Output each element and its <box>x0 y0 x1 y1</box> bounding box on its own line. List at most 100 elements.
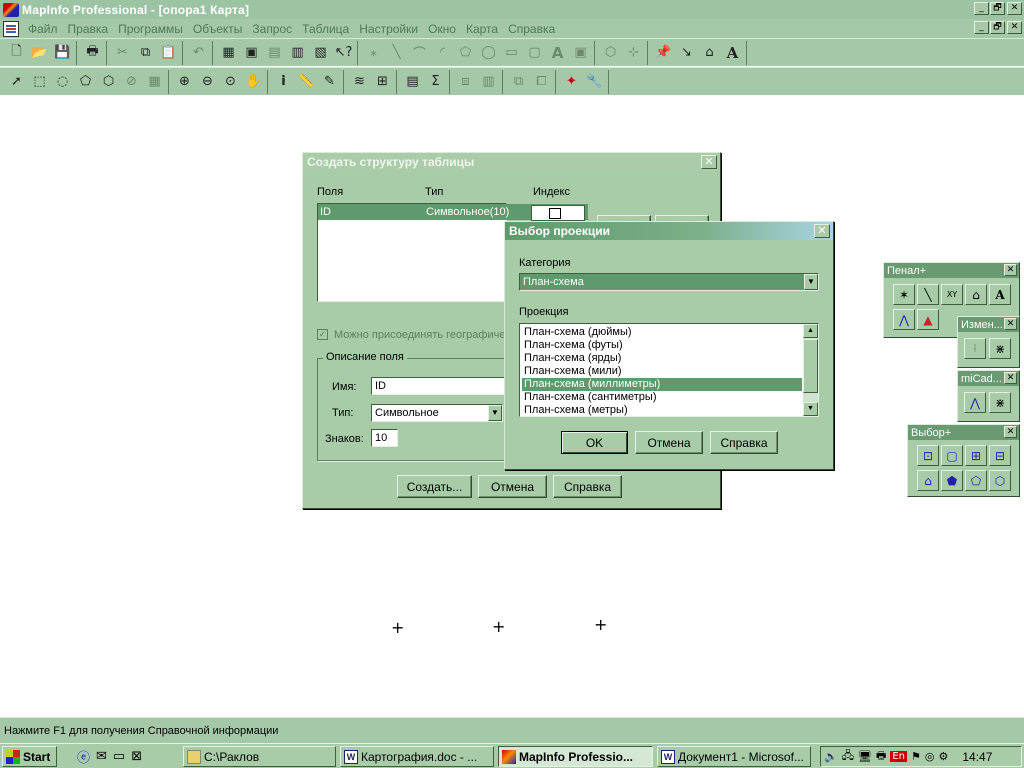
legend-icon[interactable]: ⊞ <box>371 71 394 93</box>
menu-file[interactable]: Файл <box>23 22 63 36</box>
sigma-icon[interactable]: Σ <box>424 71 447 93</box>
scroll-down-icon[interactable]: ▼ <box>803 402 818 416</box>
scroll-up-icon[interactable]: ▲ <box>803 324 818 338</box>
line-icon[interactable]: ╲ <box>385 42 408 64</box>
node-icon[interactable]: ⋇ <box>989 392 1011 413</box>
projection-scrollbar[interactable]: ▲ ▼ <box>803 324 818 416</box>
ok-button[interactable]: OK <box>561 431 628 454</box>
ie-icon[interactable]: ⓔ <box>77 747 90 766</box>
fields-list[interactable]: ID Символьное(10) <box>317 203 588 302</box>
minimize-button[interactable]: _ <box>974 2 989 15</box>
rectangle-icon[interactable]: ▭ <box>500 42 523 64</box>
name-field[interactable]: ID <box>371 377 507 395</box>
antivirus-icon[interactable]: ◎ <box>925 750 935 763</box>
task-button[interactable]: W Документ1 - Microsof... <box>657 746 811 767</box>
network-icon[interactable]: 🖧 <box>842 747 854 766</box>
projection-list-item[interactable]: План-схема (миллиметры) <box>522 378 802 391</box>
select-house-icon[interactable]: ⌂ <box>917 470 939 491</box>
menu-query[interactable]: Запрос <box>247 22 297 36</box>
triangle-icon[interactable]: ▲ <box>917 309 939 330</box>
arc-icon[interactable]: ⋀ <box>893 309 915 330</box>
house-icon[interactable]: ⌂ <box>698 42 721 64</box>
frame-icon[interactable]: ▣ <box>569 42 592 64</box>
radius-select-icon[interactable]: ◌ <box>51 71 74 93</box>
clip-region-icon[interactable]: ⧉ <box>507 71 530 93</box>
xy-icon[interactable]: XY <box>941 284 963 305</box>
help-pointer-icon[interactable]: ↖? <box>332 42 355 64</box>
start-button[interactable]: Start <box>2 746 57 767</box>
dialog-close-button[interactable]: ✕ <box>814 224 830 238</box>
text-style-icon[interactable]: A <box>721 42 744 64</box>
ruler-icon[interactable]: 📏 <box>295 71 318 93</box>
info-icon[interactable]: i <box>272 71 295 93</box>
open-icon[interactable]: 📂 <box>28 42 51 64</box>
hotlink-icon[interactable]: ⧠ <box>530 71 553 93</box>
arc-icon[interactable]: ◜ <box>431 42 454 64</box>
chars-field[interactable]: 10 <box>371 429 398 447</box>
projection-list[interactable]: План-схема (дюймы) План-схема (футы) План-… <box>519 323 819 417</box>
symbol-icon[interactable]: ⁎ <box>362 42 385 64</box>
reshape-icon[interactable]: ⬡ <box>599 42 622 64</box>
arc-icon[interactable]: ⋀ <box>964 392 986 413</box>
type-select[interactable]: Символьное ▼ <box>371 404 503 422</box>
select-shape-icon[interactable]: ⬠ <box>965 470 987 491</box>
palette-close-button[interactable]: ✕ <box>1004 318 1017 330</box>
tool-manager-icon[interactable]: ✦ <box>560 71 583 93</box>
copy-icon[interactable]: ⧉ <box>134 42 157 64</box>
paste-icon[interactable]: 📋 <box>157 42 180 64</box>
help-button[interactable]: Справка <box>553 475 622 498</box>
chevron-down-icon[interactable]: ▼ <box>488 405 502 421</box>
line-tool-icon[interactable]: ╲ <box>917 284 939 305</box>
index-checkbox[interactable] <box>549 208 561 219</box>
scroll-thumb[interactable] <box>803 339 818 393</box>
save-icon[interactable]: 💾 <box>51 42 74 64</box>
select-polygon-icon[interactable]: ⬟ <box>941 470 963 491</box>
menu-help[interactable]: Справка <box>503 22 560 36</box>
text-style-icon[interactable]: A <box>989 284 1011 305</box>
print-icon[interactable]: 🖶 <box>81 42 104 64</box>
doc-minimize-button[interactable]: _ <box>974 21 989 34</box>
outlook-icon[interactable]: ✉ <box>96 749 107 764</box>
new-map-icon[interactable]: ▣ <box>240 42 263 64</box>
new-redistrict-icon[interactable]: ▧ <box>309 42 332 64</box>
restore-button[interactable]: 🗗 <box>990 2 1005 15</box>
new-layout-icon[interactable]: ▥ <box>286 42 309 64</box>
unselect-icon[interactable]: ⊘ <box>120 71 143 93</box>
new-icon[interactable]: 🗋 <box>5 42 28 64</box>
menu-options[interactable]: Настройки <box>354 22 423 36</box>
undo-icon[interactable]: ↶ <box>187 42 210 64</box>
cancel-button[interactable]: Отмена <box>478 475 547 498</box>
palette-close-button[interactable]: ✕ <box>1004 372 1017 384</box>
monitor-icon[interactable]: 🖥 <box>858 750 872 763</box>
text-icon[interactable]: A <box>546 42 569 64</box>
select-boundary-icon[interactable]: ⊟ <box>989 445 1011 466</box>
cancel-button[interactable]: Отмена <box>635 431 703 454</box>
close-button[interactable]: ✕ <box>1007 2 1022 15</box>
volume-icon[interactable]: 🔈 <box>824 750 838 763</box>
select-point-icon[interactable]: ⊡ <box>917 445 939 466</box>
printer-icon[interactable]: 🖶 <box>876 747 886 766</box>
change-view-icon[interactable]: ⊙ <box>219 71 242 93</box>
marquee-select-icon[interactable]: ⬚ <box>28 71 51 93</box>
palette-close-button[interactable]: ✕ <box>1004 264 1017 276</box>
select-region-icon[interactable]: ▢ <box>941 445 963 466</box>
category-select[interactable]: План-схема ▼ <box>519 273 819 291</box>
thematic-icon[interactable]: ▥ <box>477 71 500 93</box>
help-button[interactable]: Справка <box>710 431 778 454</box>
menu-window[interactable]: Окно <box>423 22 461 36</box>
projection-list-item[interactable]: План-схема (сантиметры) <box>522 391 802 404</box>
language-indicator[interactable]: En <box>890 751 907 762</box>
menu-tools[interactable]: Программы <box>113 22 188 36</box>
house-icon[interactable]: ⌂ <box>965 284 987 305</box>
new-graph-icon[interactable]: ▤ <box>263 42 286 64</box>
add-node-icon[interactable]: ⊹ <box>622 42 645 64</box>
palette-close-button[interactable]: ✕ <box>1004 426 1017 438</box>
polygon-select-icon[interactable]: ⬠ <box>74 71 97 93</box>
select-outline-icon[interactable]: ⬡ <box>989 470 1011 491</box>
pin-icon[interactable]: ✶ <box>893 284 915 305</box>
label-icon[interactable]: ✎ <box>318 71 341 93</box>
document-icon[interactable] <box>3 20 19 37</box>
desktop-icon[interactable]: ▭ <box>113 749 125 764</box>
settings-icon[interactable]: ⚙ <box>938 750 948 763</box>
polygon-icon[interactable]: ⬠ <box>454 42 477 64</box>
